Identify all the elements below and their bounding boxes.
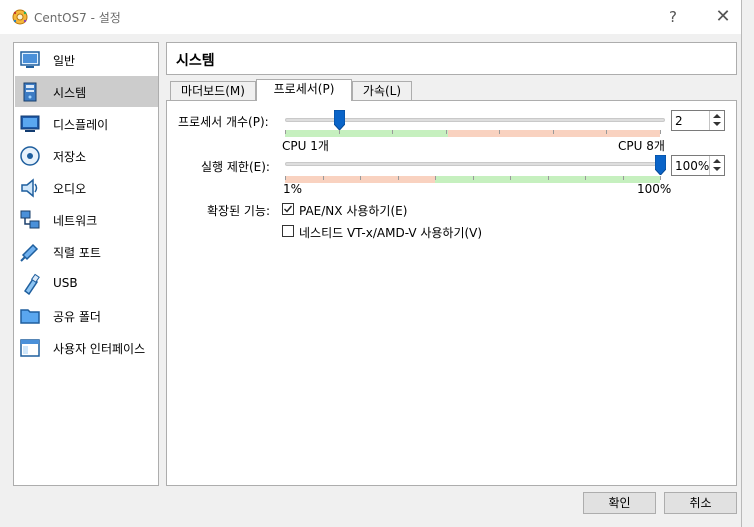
slider-tick [285, 130, 286, 134]
title-bar: CentOS7 - 설정 ? ✕ [0, 0, 741, 34]
extended-features-label: 확장된 기능: [207, 204, 271, 218]
slider-tick [547, 176, 549, 180]
user-interface-icon [20, 339, 40, 357]
page-header: 시스템 [166, 42, 737, 75]
network-icon [20, 210, 40, 229]
exec-max-label: 100% [637, 182, 672, 196]
sidebar-item-label: 디스플레이 [53, 118, 109, 132]
display-icon [20, 115, 40, 132]
sidebar-item-display[interactable]: 디스플레이 [15, 108, 158, 139]
execution-cap-label: 실행 제한(E): [201, 160, 270, 174]
sidebar-item-storage[interactable]: 저장소 [15, 140, 158, 171]
sidebar-item-system[interactable]: 시스템 [15, 76, 158, 107]
ok-button[interactable]: 확인 [583, 492, 656, 514]
spin-up-arrow-icon[interactable] [713, 159, 721, 163]
slider-tick [660, 176, 661, 180]
slider-tick [285, 176, 286, 180]
slider-tick [499, 130, 501, 134]
sidebar-item-label: 직렬 포트 [53, 246, 101, 260]
cpu-count-spinbox[interactable]: 2 [671, 110, 725, 131]
slider-tick [622, 176, 624, 180]
cpu-count-label: 프로세서 개수(P): [178, 115, 269, 129]
sidebar-item-label: 공유 폴더 [53, 310, 101, 324]
nested-vtx-label[interactable]: 네스티드 VT-x/AMD-V 사용하기(V) [299, 224, 482, 241]
sidebar-item-general[interactable]: 일반 [15, 44, 158, 75]
sidebar-item-label: USB [53, 276, 78, 290]
sidebar-item-network[interactable]: 네트워크 [15, 204, 158, 235]
pae-nx-label[interactable]: PAE/NX 사용하기(E) [299, 202, 407, 219]
shared-folder-icon [20, 309, 40, 324]
checkmark-icon [284, 205, 293, 213]
window-title: CentOS7 - 설정 [34, 11, 121, 25]
cpu-warning-range [448, 130, 660, 137]
slider-tick [606, 130, 608, 134]
system-icon [23, 82, 37, 102]
execution-cap-spinbox[interactable]: 100% [671, 155, 725, 176]
sidebar-item-label: 일반 [53, 54, 76, 68]
help-button[interactable]: ? [650, 0, 696, 34]
slider-tick [472, 176, 474, 180]
slider-tick [338, 130, 340, 134]
sidebar-item-label: 오디오 [53, 182, 87, 196]
cpu-min-label: CPU 1개 [282, 139, 329, 153]
virtualbox-app-icon [12, 9, 28, 25]
storage-icon [20, 146, 40, 166]
slider-tick [360, 176, 361, 180]
tab-label: 프로세서(P) [273, 82, 335, 96]
audio-icon [21, 178, 38, 198]
execution-cap-spin-buttons[interactable] [709, 156, 724, 175]
slider-tick [660, 130, 661, 134]
sidebar-item-label: 네트워크 [53, 214, 98, 228]
slider-tick [445, 130, 447, 134]
cpu-count-slider-thumb[interactable] [333, 110, 345, 130]
slider-tick [392, 130, 394, 134]
background-window-edge [741, 0, 754, 527]
cpu-count-value: 2 [675, 114, 683, 128]
slider-tick [510, 176, 511, 180]
sidebar-item-serial-port[interactable]: 직렬 포트 [15, 236, 158, 267]
slider-tick [552, 130, 554, 134]
sidebar-item-user-interface[interactable]: 사용자 인터페이스 [15, 332, 158, 363]
sidebar-item-label: 시스템 [53, 86, 87, 100]
execution-cap-slider-track[interactable] [285, 162, 665, 166]
execution-cap-value: 100% [675, 159, 710, 173]
exec-min-label: 1% [283, 182, 303, 196]
close-button[interactable]: ✕ [700, 0, 746, 34]
general-icon [20, 51, 40, 68]
slider-tick [435, 176, 436, 180]
cpu-count-spin-buttons[interactable] [709, 111, 724, 130]
tab-motherboard[interactable]: 마더보드(M) [170, 81, 256, 101]
cpu-safe-range [285, 130, 448, 137]
sidebar-item-audio[interactable]: 오디오 [15, 172, 158, 203]
tab-label: 가속(L) [362, 84, 402, 98]
settings-dialog: CentOS7 - 설정 ? ✕ 일반 시스템 디스플레이 저장소 오디오 네트… [0, 0, 742, 527]
slider-tick [322, 176, 324, 180]
tab-processor[interactable]: 프로세서(P) [256, 79, 352, 101]
spin-down-arrow-icon[interactable] [713, 167, 721, 171]
tab-acceleration[interactable]: 가속(L) [352, 81, 412, 101]
sidebar-item-label: 사용자 인터페이스 [53, 342, 146, 356]
page-title: 시스템 [176, 53, 215, 69]
usb-icon [23, 273, 40, 295]
spin-down-arrow-icon[interactable] [713, 122, 721, 126]
tab-label: 마더보드(M) [181, 84, 245, 98]
pae-nx-checkbox[interactable] [282, 203, 294, 215]
execution-cap-slider-thumb[interactable] [655, 155, 666, 175]
nested-vtx-checkbox[interactable] [282, 225, 294, 237]
sidebar-item-label: 저장소 [53, 150, 87, 164]
cancel-button[interactable]: 취소 [664, 492, 737, 514]
serial-port-icon [20, 243, 39, 262]
spin-up-arrow-icon[interactable] [713, 114, 721, 118]
sidebar-item-usb[interactable]: USB [15, 268, 158, 299]
sidebar-item-shared-folder[interactable]: 공유 폴더 [15, 300, 158, 331]
settings-category-list: 일반 시스템 디스플레이 저장소 오디오 네트워크 직렬 포트 USB 공유 폴… [13, 42, 159, 486]
slider-tick [397, 176, 399, 180]
slider-tick [585, 176, 586, 180]
cpu-max-label: CPU 8개 [618, 139, 665, 153]
